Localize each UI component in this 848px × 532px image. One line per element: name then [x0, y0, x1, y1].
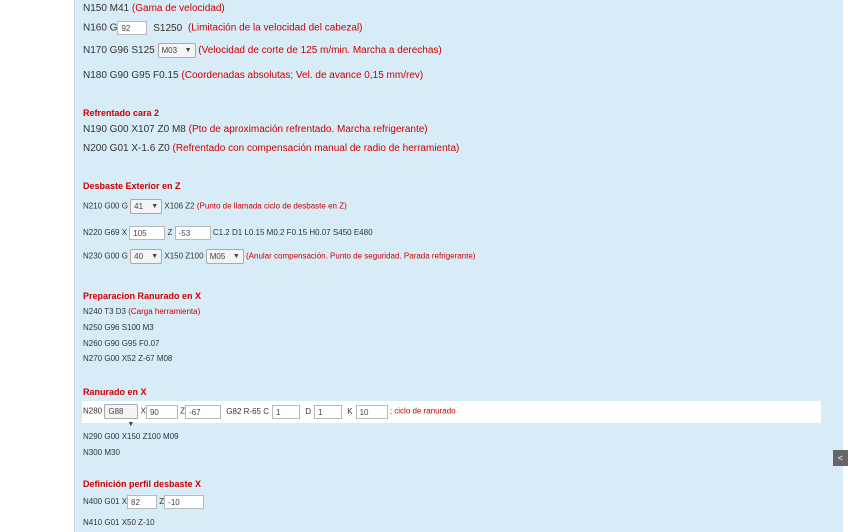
x-input[interactable]: 90: [145, 404, 178, 419]
line-n180: N180 G90 G95 F0.15 (Coordenadas absoluta…: [83, 70, 423, 82]
section-heading-desbaste: Desbaste Exterior en Z: [83, 181, 181, 191]
line-n300: N300 M30: [83, 448, 120, 457]
chevron-down-icon: ▼: [184, 47, 192, 54]
z-input[interactable]: -10: [164, 495, 205, 509]
d-input[interactable]: 1: [314, 404, 342, 419]
code-text: X106 Z2: [164, 201, 195, 211]
line-n150: N150 M41 (Gama de velocidad): [83, 3, 225, 15]
scroll-tab-button[interactable]: <: [833, 450, 848, 466]
line-n250: N250 G96 S100 M3: [83, 323, 154, 332]
axis-label: K: [347, 406, 353, 416]
code-text: N400 G01: [83, 497, 120, 507]
compensation-select[interactable]: 41 ▼: [130, 199, 163, 214]
chevron-down-icon: ▼: [151, 203, 159, 210]
compensation-select[interactable]: 40 ▼: [130, 249, 163, 264]
section-heading-refrentado: Refrentado cara 2: [83, 108, 160, 118]
line-n260: N260 G90 G95 F0.07: [83, 339, 160, 348]
line-n410: N410 G01 X50 Z-10: [83, 518, 155, 527]
c-input[interactable]: 1: [271, 404, 300, 419]
comment-text: (Carga herramienta): [128, 307, 201, 316]
select-value: 40: [134, 252, 144, 261]
k-input[interactable]: 10: [355, 404, 388, 419]
line-n210: N210 G00 G 41 ▼ X106 Z2 (Punto de llamada…: [83, 199, 347, 214]
line-n240: N240 T3 D3 (Carga herramienta): [83, 306, 200, 318]
chevron-down-icon: ▼: [127, 421, 135, 428]
comment-text: (Anular compensación. Punto de seguridad…: [246, 251, 476, 261]
comment-text: (Gama de velocidad): [131, 3, 225, 14]
select-value: M05: [209, 252, 226, 261]
comment-text: (Velocidad de corte de 125 m/min. Marcha…: [198, 45, 442, 57]
line-n160: N160 G 92 S1250 (Limitación de la velocid…: [83, 21, 363, 35]
line-n230: N230 G00 G 40 ▼ X150 Z100 M05 ▼ (Anular co…: [83, 249, 475, 264]
cycle-select[interactable]: G88 ▼: [104, 404, 139, 428]
z-input[interactable]: -53: [174, 226, 211, 240]
code-text: N230 G00 G: [83, 251, 128, 261]
spindle-select[interactable]: M05 ▼: [205, 249, 244, 264]
code-text: S1250: [153, 22, 183, 34]
line-n280: N280 G88 ▼ X 90 Z -67 G82 R-65 C1 D1 K 10 ; …: [83, 404, 456, 428]
line-n220: N220 G69 X 105 Z -53 C1.2 D1 L0.15 M0.2 …: [83, 226, 373, 240]
select-value: G88: [108, 407, 124, 416]
chevron-down-icon: ▼: [232, 253, 240, 260]
line-n270: N270 G00 X52 Z-67 M08: [83, 354, 173, 363]
line-n400: N400 G01 X 82 Z -10: [83, 495, 205, 509]
section-heading-ranurado: Ranurado en X: [83, 387, 147, 397]
g-code-input[interactable]: 92: [117, 21, 148, 35]
chevron-down-icon: ▼: [151, 253, 159, 260]
line-n290: N290 G00 X150 Z100 M09: [83, 432, 179, 441]
code-text: G82 R-65 C: [226, 406, 269, 416]
code-text: N170 G96 S125: [83, 45, 155, 57]
comment-text: (Punto de llamada ciclo de desbaste en Z…: [196, 201, 347, 211]
x-input[interactable]: 82: [127, 495, 158, 509]
x-input[interactable]: 105: [129, 226, 166, 240]
section-heading-preparacion: Preparacion Ranurado en X: [83, 291, 202, 301]
section-heading-perfil: Definición perfil desbaste X: [83, 479, 202, 489]
code-text: N180 G90 G95 F0.15: [83, 70, 179, 81]
code-text: N200 G01 X-1.6 Z0: [83, 143, 170, 154]
spindle-direction-select[interactable]: M03 ▼: [157, 43, 196, 58]
z-input[interactable]: -67: [185, 404, 222, 419]
code-text: X150 Z100: [164, 251, 204, 261]
code-text: N240 T3 D3: [83, 307, 126, 316]
select-value: 41: [134, 202, 144, 211]
code-text: C1.2 D1 L0.15 M0.2 F0.15 H0.07 S450 E480: [212, 228, 373, 238]
comment-text: (Limitación de la velocidad del cabezal): [187, 22, 363, 34]
code-text: N210 G00 G: [83, 201, 128, 211]
comment-text: (Coordenadas absolutas; Vel. de avance 0…: [181, 70, 424, 81]
select-value: M03: [161, 46, 178, 55]
code-text: N190 G00 X107 Z0 M8: [83, 124, 186, 135]
line-n170: N170 G96 S125 M03 ▼ (Velocidad de corte d…: [83, 43, 442, 58]
comment-text: (Pto de aproximación refrentado. Marcha …: [188, 124, 428, 135]
line-n190: N190 G00 X107 Z0 M8 (Pto de aproximación…: [83, 124, 428, 136]
line-n200: N200 G01 X-1.6 Z0 (Refrentado con compen…: [83, 143, 459, 155]
axis-label: Z: [167, 228, 173, 238]
code-text: N280: [83, 406, 103, 416]
axis-label: D: [305, 406, 311, 416]
code-text: N160 G: [83, 22, 118, 34]
comment-text: (Refrentado con compensación manual de r…: [172, 143, 460, 154]
code-text: N220 G69 X: [83, 228, 128, 238]
code-text: N150 M41: [83, 3, 130, 14]
comment-text: ; ciclo de ranurado: [389, 406, 456, 416]
